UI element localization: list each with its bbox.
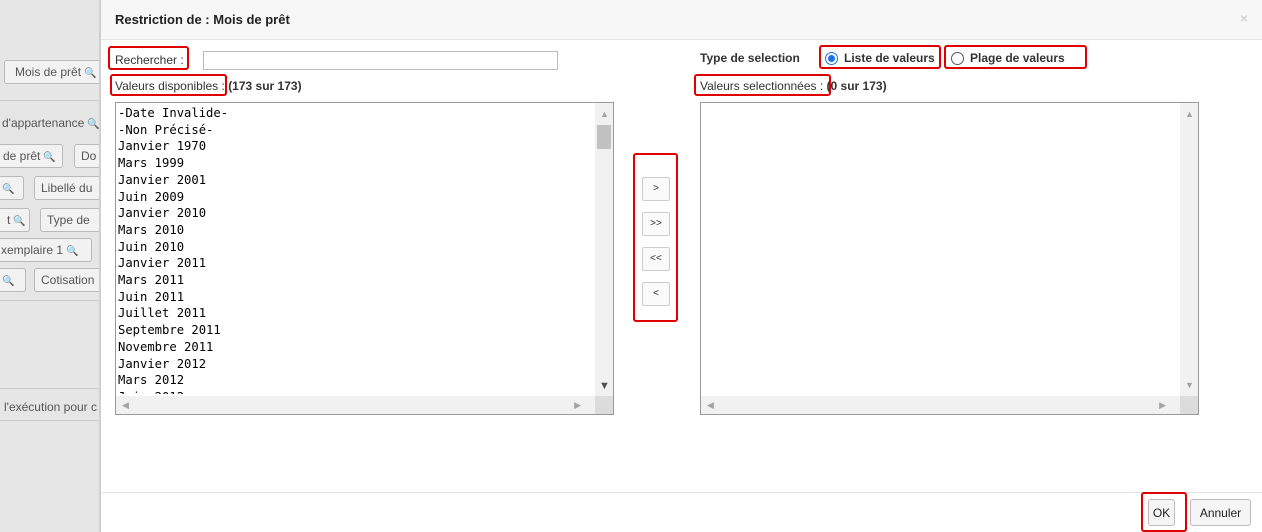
list-item[interactable]: Janvier 2012 [118,356,593,373]
search-icon: 🔍 [43,152,56,163]
search-icon: 🔍 [2,184,15,195]
scroll-up-icon[interactable]: ▲ [1185,109,1194,119]
list-item[interactable]: Janvier 2001 [118,172,593,189]
scroll-right-icon[interactable]: ▶ [1159,400,1166,410]
scroll-down-icon[interactable]: ▼ [1185,380,1194,390]
available-values-label: Valeurs disponibles : (173 sur 173) [115,79,302,93]
type-selection-label: Type de selection [700,51,800,65]
list-item[interactable]: Juin 2011 [118,289,593,306]
selected-values-list[interactable]: ▲ ▼ ◀ ▶ [700,102,1199,415]
scroll-down-icon[interactable]: ▼ [599,381,610,392]
available-count: (173 sur 173) [228,79,302,93]
search-icon: 🔍 [2,276,15,287]
radio-checked-icon[interactable] [825,51,838,65]
search-label: Rechercher [115,53,178,67]
add-selected-button[interactable]: > [642,177,670,201]
list-item[interactable]: Septembre 2011 [118,322,593,339]
search-icon: 🔍 [84,68,97,79]
scroll-left-icon[interactable]: ◀ [122,400,129,410]
radio-plage-de-valeurs[interactable]: Plage de valeurs [951,51,1065,65]
background-chip-libelle: Libellé du [34,176,99,200]
list-item[interactable]: Janvier 2011 [118,255,593,272]
background-panel: Mois de prêt 🔍 d'appartenance 🔍 de prêt 🔍 D… [0,0,100,532]
background-chip-exemplaire: xemplaire 1 🔍 [0,238,92,262]
background-chip-search: 🔍 [0,176,24,200]
scroll-left-icon[interactable]: ◀ [707,400,714,410]
available-values-items: -Date Invalide- -Non Précisé- Janvier 1970… [118,105,593,394]
restriction-dialog: Restriction de : Mois de prêt × Recherch… [100,0,1262,532]
list-item[interactable]: Mars 1999 [118,155,593,172]
list-item[interactable]: Juin 2009 [118,189,593,206]
list-item[interactable]: Juin 2010 [118,239,593,256]
available-vertical-scrollbar[interactable]: ▲ ▼ [595,103,613,396]
available-horizontal-scrollbar[interactable]: ◀ ▶ [116,396,595,414]
search-icon: 🔍 [13,216,26,227]
list-item[interactable]: Novembre 2011 [118,339,593,356]
background-execution-text: l'exécution pour c [4,400,98,414]
list-item[interactable]: Juillet 2011 [118,305,593,322]
dialog-header: Restriction de : Mois de prêt × [101,0,1262,40]
list-item[interactable]: Mars 2010 [118,222,593,239]
close-icon[interactable]: × [1240,10,1248,26]
list-item[interactable]: Juin 2012 [118,389,593,394]
background-chip-de-pret: de prêt 🔍 [0,144,63,168]
selected-values-label: Valeurs selectionnées : (0 sur 173) [700,79,887,93]
dialog-title: Restriction de : Mois de prêt [115,12,290,27]
list-item[interactable]: Janvier 1970 [118,138,593,155]
list-item[interactable]: -Non Précisé- [118,122,593,139]
background-chip-appartenance: d'appartenance 🔍 [0,112,100,136]
selected-vertical-scrollbar[interactable]: ▲ ▼ [1180,103,1198,396]
add-all-button[interactable]: >> [642,212,670,236]
remove-selected-button[interactable]: < [642,282,670,306]
background-chip-cotisation: Cotisation [34,268,99,292]
list-item[interactable]: Mars 2012 [118,372,593,389]
ok-button[interactable]: OK [1148,499,1175,526]
radio-liste-de-valeurs[interactable]: Liste de valeurs [825,51,935,65]
scrollbar-thumb[interactable] [597,125,611,149]
radio-unchecked-icon[interactable] [951,51,964,65]
search-label-group: Rechercher : [115,53,184,67]
background-chip-do: Do [74,144,99,168]
list-item[interactable]: Mars 2011 [118,272,593,289]
list-item[interactable]: Janvier 2010 [118,205,593,222]
search-icon: 🔍 [66,246,79,257]
selected-count: (0 sur 173) [826,79,887,93]
selected-horizontal-scrollbar[interactable]: ◀ ▶ [701,396,1180,414]
selected-values-items [703,105,1178,394]
background-chip-type: Type de [40,208,99,232]
available-values-list[interactable]: -Date Invalide- -Non Précisé- Janvier 1970… [115,102,614,415]
scroll-up-icon[interactable]: ▲ [600,109,609,119]
background-chip-search-3: 🔍 [0,268,26,292]
scroll-right-icon[interactable]: ▶ [574,400,581,410]
search-input[interactable] [203,51,558,70]
background-chip-mois-de-pret: Mois de prêt 🔍 [4,60,99,84]
background-chip-search-2: t 🔍 [0,208,30,232]
search-icon: 🔍 [87,119,100,130]
cancel-button[interactable]: Annuler [1190,499,1251,526]
remove-all-button[interactable]: << [642,247,670,271]
list-item[interactable]: -Date Invalide- [118,105,593,122]
